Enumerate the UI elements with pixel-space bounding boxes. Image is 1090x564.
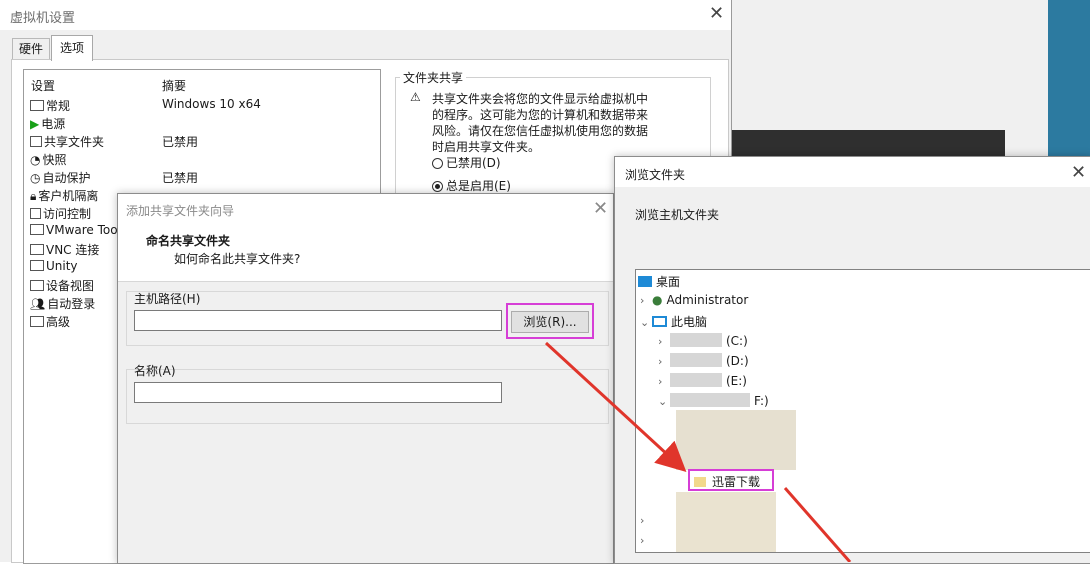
annotation-arrows (544, 341, 852, 562)
annotation-arrow (783, 487, 852, 562)
annotation-arrow (544, 341, 687, 473)
